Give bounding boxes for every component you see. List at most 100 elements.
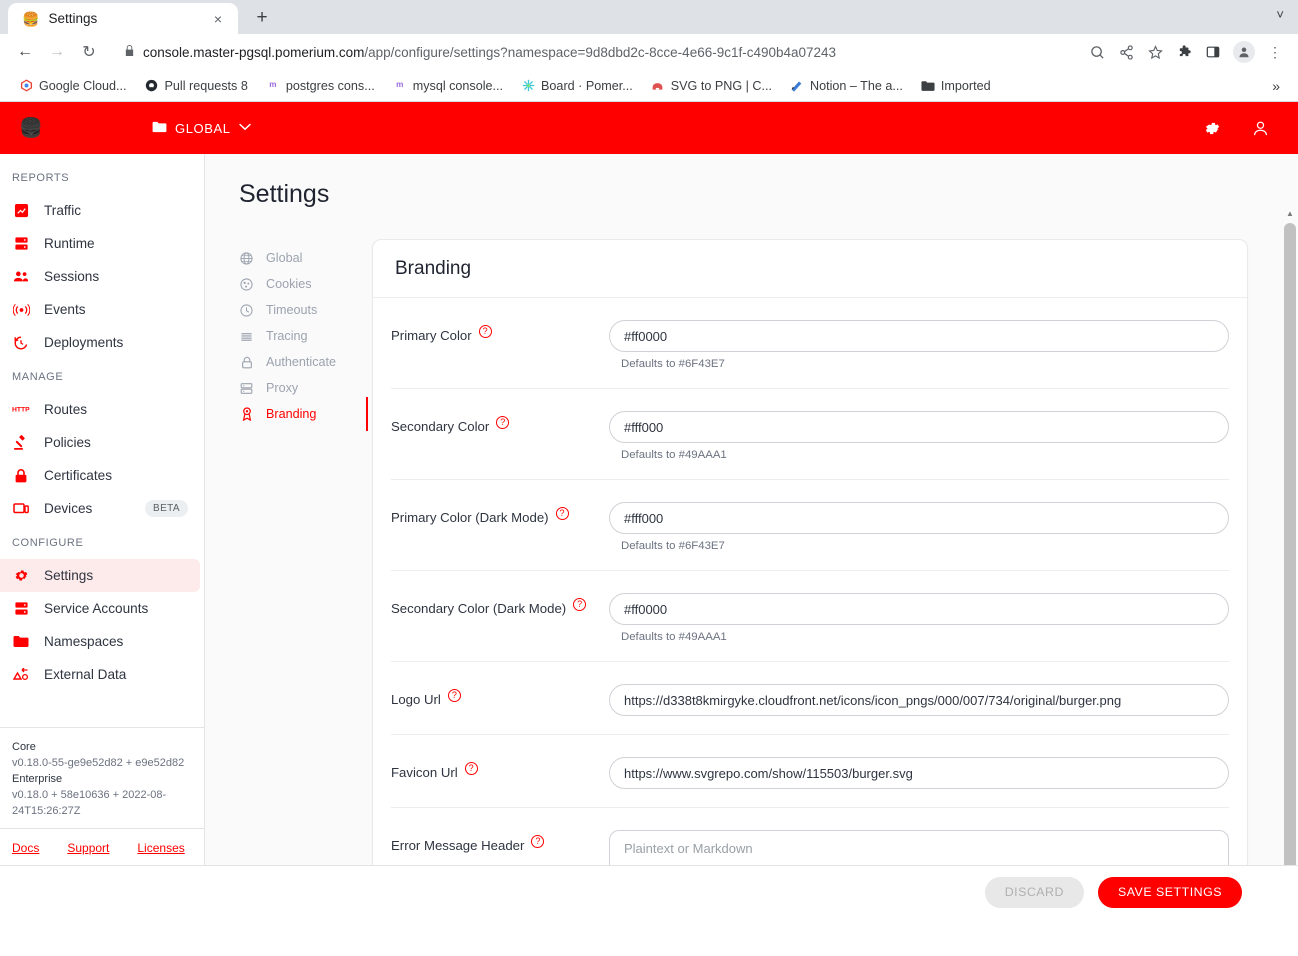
- folder-icon: [921, 80, 935, 92]
- support-link[interactable]: Support: [67, 841, 109, 855]
- forward-arrow-icon[interactable]: →: [42, 37, 72, 67]
- primary-color-input[interactable]: [609, 320, 1229, 352]
- sidebar-item-runtime[interactable]: Runtime: [0, 227, 200, 260]
- field-primary-color: Primary Color ? Defaults to #6F43E7: [391, 298, 1229, 389]
- folder-icon: [152, 121, 167, 136]
- sidebar-item-settings[interactable]: Settings: [0, 559, 200, 592]
- gear-icon[interactable]: [1204, 120, 1221, 137]
- sidebar-item-devices[interactable]: Devices BETA: [0, 492, 200, 525]
- zoom-icon[interactable]: [1084, 39, 1110, 65]
- primary-color-dark-mode-input[interactable]: [609, 502, 1229, 534]
- burger-logo-icon[interactable]: 🍔: [18, 115, 44, 141]
- discard-button[interactable]: DISCARD: [984, 876, 1084, 908]
- mysql-icon: ᵐ: [396, 78, 404, 93]
- subnav-item-global[interactable]: Global: [239, 245, 354, 271]
- sidebar-item-policies[interactable]: Policies: [0, 426, 200, 459]
- extensions-icon[interactable]: [1171, 39, 1197, 65]
- subnav-item-timeouts[interactable]: Timeouts: [239, 297, 354, 323]
- sidebar-item-service-accounts[interactable]: Service Accounts: [0, 592, 200, 625]
- sidebar-item-traffic[interactable]: Traffic: [0, 194, 200, 227]
- bookmark-item[interactable]: Imported: [914, 75, 998, 97]
- bookmarks-overflow-button[interactable]: »: [1266, 78, 1286, 94]
- field-label-text: Secondary Color: [391, 419, 490, 434]
- field-secondary-color: Secondary Color ? Defaults to #49AAA1: [391, 389, 1229, 480]
- sidebar-item-label: Namespaces: [44, 634, 124, 649]
- traffic-chart-icon: [12, 202, 30, 220]
- bookmark-item[interactable]: Google Cloud...: [12, 75, 134, 97]
- bookmark-label: mysql console...: [412, 78, 504, 93]
- subnav-item-authenticate[interactable]: Authenticate: [239, 349, 354, 375]
- sidebar-item-namespaces[interactable]: Namespaces: [0, 625, 200, 658]
- sidebar-item-routes[interactable]: HTTP Routes: [0, 393, 200, 426]
- bookmark-item[interactable]: ᵐ mysql console...: [386, 75, 510, 97]
- user-icon[interactable]: [1251, 119, 1270, 138]
- window-menu-chevron-down-icon[interactable]: ˅: [1276, 7, 1284, 22]
- licenses-link[interactable]: Licenses: [137, 841, 184, 855]
- scroll-up-arrow-icon[interactable]: ▲: [1282, 206, 1298, 221]
- profile-icon[interactable]: [1233, 41, 1255, 63]
- side-panel-icon[interactable]: [1200, 39, 1226, 65]
- close-icon[interactable]: ×: [208, 9, 228, 29]
- sidebar-item-sessions[interactable]: Sessions: [0, 260, 200, 293]
- field-control: Defaults to #6F43E7: [609, 502, 1229, 552]
- application-window: 🍔 GLOBAL REPORTS Traffic Runtime Session…: [0, 102, 1298, 918]
- external-data-icon: [12, 666, 30, 684]
- sidebar-item-external-data[interactable]: External Data: [0, 658, 200, 691]
- favicon-url-input[interactable]: [609, 757, 1229, 789]
- back-arrow-icon[interactable]: ←: [10, 37, 40, 67]
- save-settings-button[interactable]: SAVE SETTINGS: [1097, 876, 1242, 908]
- sidebar-group-title: CONFIGURE: [12, 537, 84, 549]
- sidebar-item-label: Traffic: [44, 203, 82, 218]
- secondary-color-input[interactable]: [609, 411, 1229, 443]
- tracing-lines-icon: [239, 329, 254, 344]
- sidebar-item-deployments[interactable]: Deployments: [0, 326, 200, 359]
- certificates-lock-icon: [12, 467, 30, 485]
- subnav-item-cookies[interactable]: Cookies: [239, 271, 354, 297]
- bookmark-item[interactable]: Board · Pomer...: [514, 75, 640, 97]
- scrollbar-thumb[interactable]: [1284, 223, 1296, 865]
- docs-link[interactable]: Docs: [12, 841, 39, 855]
- help-icon[interactable]: ?: [555, 507, 569, 520]
- browser-tab[interactable]: 🍔 Settings ×: [8, 3, 238, 34]
- chrome-menu-icon[interactable]: ⋮: [1262, 39, 1288, 65]
- help-icon[interactable]: ?: [531, 835, 545, 848]
- field-control: [609, 684, 1229, 716]
- bookmark-item[interactable]: Pull requests 8: [138, 75, 255, 97]
- field-secondary-color-dark-mode: Secondary Color (Dark Mode) ? Defaults t…: [391, 571, 1229, 662]
- address-bar[interactable]: console.master-pgsql.pomerium.com/app/co…: [112, 38, 1076, 66]
- deployments-history-icon: [12, 334, 30, 352]
- namespace-selector[interactable]: GLOBAL: [140, 114, 263, 142]
- routes-http-icon: HTTP: [12, 401, 30, 419]
- subnav-item-tracing[interactable]: Tracing: [239, 323, 354, 349]
- subnav-item-branding[interactable]: Branding: [239, 397, 368, 431]
- bookmark-star-icon[interactable]: [1142, 39, 1168, 65]
- tab-favicon-icon: 🍔: [22, 10, 40, 27]
- sidebar-item-certificates[interactable]: Certificates: [0, 459, 200, 492]
- new-tab-button[interactable]: +: [248, 4, 276, 32]
- bookmark-label: SVG to PNG | C...: [670, 78, 772, 93]
- help-icon[interactable]: ?: [573, 598, 587, 611]
- url-text: console.master-pgsql.pomerium.com/app/co…: [143, 45, 836, 60]
- browser-tab-strip: 🍔 Settings × + ˅: [0, 0, 1298, 34]
- bookmark-item[interactable]: ᵐ postgres cons...: [259, 75, 382, 97]
- help-icon[interactable]: ?: [447, 689, 461, 702]
- error-message-header-textarea[interactable]: [609, 830, 1229, 865]
- reload-icon[interactable]: ↻: [74, 37, 104, 67]
- share-icon[interactable]: [1113, 39, 1139, 65]
- content-scrollbar[interactable]: ▲: [1282, 206, 1298, 865]
- subnav-item-proxy[interactable]: Proxy: [239, 375, 354, 401]
- secondary-color-dark-mode-input[interactable]: [609, 593, 1229, 625]
- help-icon[interactable]: ?: [478, 325, 492, 338]
- sidebar-item-label: Routes: [44, 402, 88, 417]
- field-label-text: Secondary Color (Dark Mode): [391, 601, 567, 616]
- help-icon[interactable]: ?: [464, 762, 478, 775]
- sidebar-nav: REPORTS Traffic Runtime Sessions Events: [0, 154, 204, 727]
- clock-icon: [239, 303, 254, 318]
- content-scroll-area: Settings Global Cookies Timeouts Tracing…: [205, 154, 1298, 865]
- sidebar-item-events[interactable]: Events: [0, 293, 200, 326]
- help-icon[interactable]: ?: [496, 416, 510, 429]
- logo-url-input[interactable]: [609, 684, 1229, 716]
- gear-icon: [12, 567, 30, 585]
- bookmark-item[interactable]: Notion – The a...: [783, 75, 910, 97]
- bookmark-item[interactable]: SVG to PNG | C...: [644, 75, 779, 97]
